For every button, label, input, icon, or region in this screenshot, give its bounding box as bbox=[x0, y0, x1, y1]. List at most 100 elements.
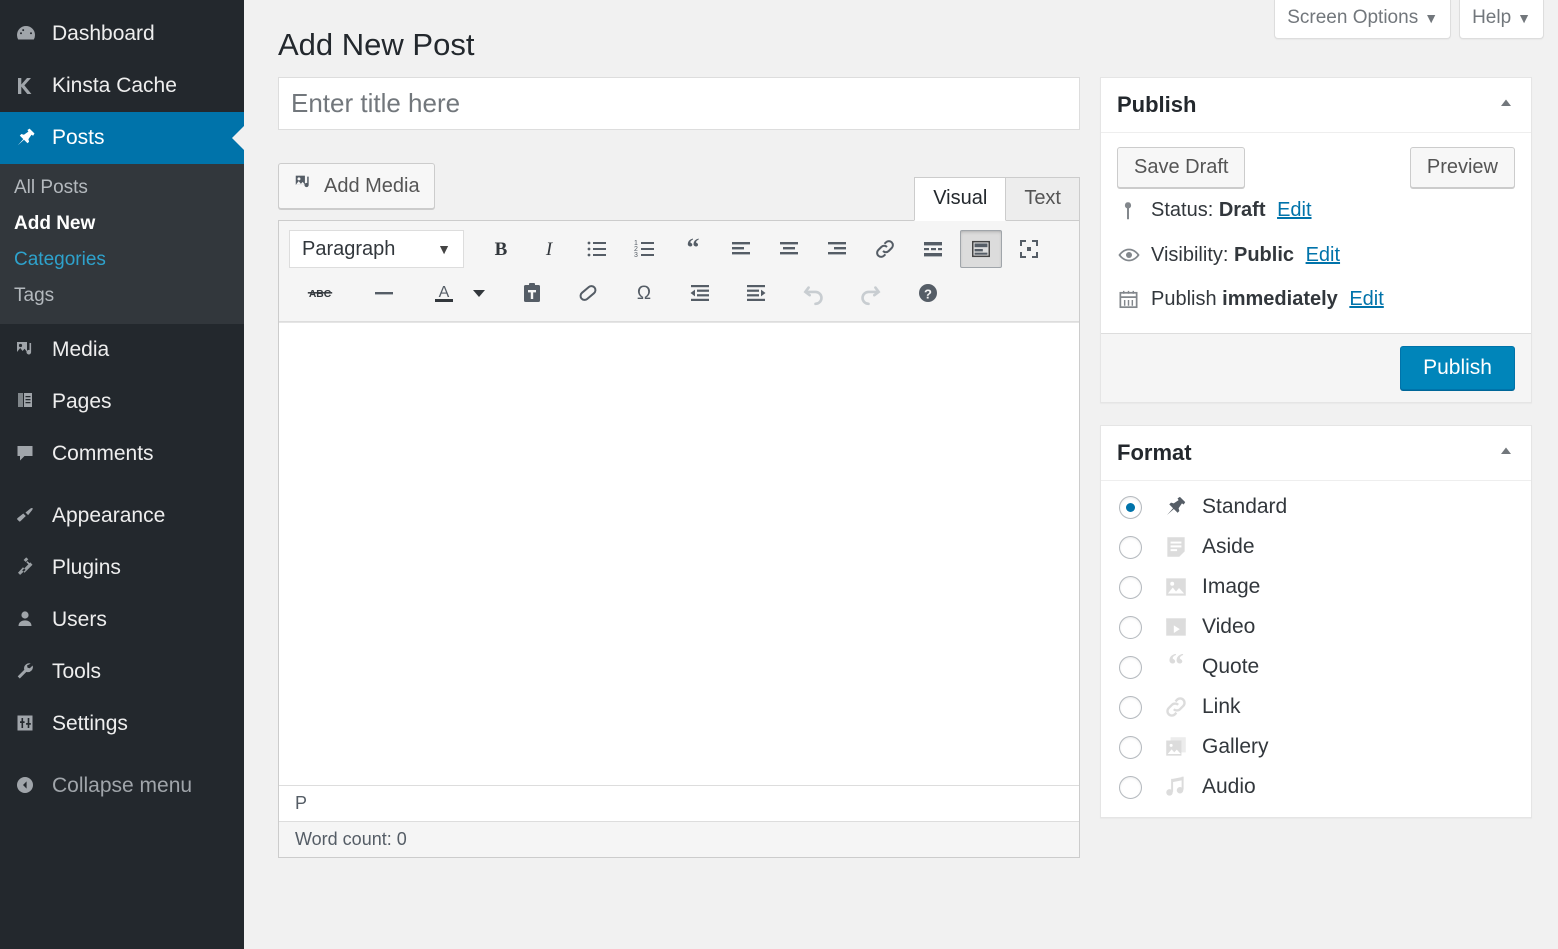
dashboard-icon bbox=[14, 22, 48, 46]
strikethrough-icon[interactable]: ABC bbox=[299, 274, 341, 312]
read-more-icon[interactable] bbox=[912, 230, 954, 268]
toolbar-toggle-icon[interactable] bbox=[960, 230, 1002, 268]
eye-icon bbox=[1117, 243, 1151, 267]
link-icon[interactable] bbox=[864, 230, 906, 268]
sidebar-item-label: Kinsta Cache bbox=[52, 74, 177, 98]
post-schedule-value: immediately bbox=[1222, 288, 1338, 310]
post-title-input[interactable] bbox=[278, 77, 1080, 130]
format-option-quote[interactable]: “ Quote bbox=[1101, 647, 1531, 687]
toolbar-row-2: ABC A bbox=[289, 271, 1073, 315]
format-option-audio[interactable]: Audio bbox=[1101, 767, 1531, 807]
submenu-item-tags[interactable]: Tags bbox=[0, 278, 244, 314]
sidebar-item-settings[interactable]: Settings bbox=[0, 698, 244, 750]
comments-icon bbox=[14, 442, 48, 466]
sidebar-item-posts[interactable]: Posts bbox=[0, 112, 244, 164]
submenu-item-add-new[interactable]: Add New bbox=[0, 206, 244, 242]
format-metabox: Format Standard bbox=[1100, 425, 1532, 818]
sidebar-item-appearance[interactable]: Appearance bbox=[0, 490, 244, 542]
chevron-down-icon: ▼ bbox=[437, 241, 451, 257]
format-radio-aside[interactable] bbox=[1119, 536, 1142, 559]
posts-submenu: All Posts Add New Categories Tags bbox=[0, 164, 244, 324]
outdent-icon[interactable] bbox=[679, 274, 721, 312]
blockquote-icon[interactable]: “ bbox=[672, 230, 714, 268]
post-status-text: Status: Draft Edit bbox=[1151, 199, 1312, 222]
sidebar-item-label: Settings bbox=[52, 712, 128, 736]
tab-visual[interactable]: Visual bbox=[914, 177, 1006, 221]
format-radio-gallery[interactable] bbox=[1119, 736, 1142, 759]
clear-formatting-icon[interactable] bbox=[567, 274, 609, 312]
add-media-button[interactable]: Add Media bbox=[278, 163, 435, 209]
chevron-up-icon[interactable] bbox=[1497, 442, 1515, 465]
sidebar-item-plugins[interactable]: Plugins bbox=[0, 542, 244, 594]
edit-status-link[interactable]: Edit bbox=[1277, 199, 1311, 221]
collapse-menu-label: Collapse menu bbox=[52, 774, 192, 798]
text-color-caret-icon[interactable] bbox=[465, 274, 493, 312]
format-option-aside[interactable]: Aside bbox=[1101, 527, 1531, 567]
post-visibility-row: Visibility: Public Edit bbox=[1117, 232, 1515, 277]
bold-icon[interactable]: B bbox=[480, 230, 522, 268]
publish-metabox: Publish Save Draft Preview bbox=[1100, 77, 1532, 403]
publish-button[interactable]: Publish bbox=[1400, 346, 1515, 390]
format-option-gallery[interactable]: Gallery bbox=[1101, 727, 1531, 767]
sidebar-item-label: Pages bbox=[52, 390, 112, 414]
special-character-icon[interactable]: Ω bbox=[623, 274, 665, 312]
sidebar-item-dashboard[interactable]: Dashboard bbox=[0, 8, 244, 60]
post-content-editor[interactable] bbox=[279, 322, 1079, 785]
post-schedule-row: Publish immediately Edit bbox=[1117, 277, 1515, 321]
format-option-link[interactable]: Link bbox=[1101, 687, 1531, 727]
paste-as-text-icon[interactable] bbox=[511, 274, 553, 312]
redo-icon[interactable] bbox=[849, 274, 891, 312]
sidebar-item-tools[interactable]: Tools bbox=[0, 646, 244, 698]
align-center-icon[interactable] bbox=[768, 230, 810, 268]
screen-options-button[interactable]: Screen Options▼ bbox=[1274, 0, 1451, 39]
numbered-list-icon[interactable]: 123 bbox=[624, 230, 666, 268]
toolbar-row-1: Paragraph ▼ B I bbox=[289, 227, 1073, 271]
paragraph-style-select[interactable]: Paragraph ▼ bbox=[289, 230, 464, 268]
quote-icon: “ bbox=[1156, 654, 1196, 680]
publish-metabox-header: Publish bbox=[1101, 78, 1531, 133]
format-option-standard[interactable]: Standard bbox=[1101, 487, 1531, 527]
align-right-icon[interactable] bbox=[816, 230, 858, 268]
submenu-item-all-posts[interactable]: All Posts bbox=[0, 170, 244, 206]
format-option-video[interactable]: Video bbox=[1101, 607, 1531, 647]
format-radio-video[interactable] bbox=[1119, 616, 1142, 639]
help-button[interactable]: Help▼ bbox=[1459, 0, 1544, 39]
format-radio-audio[interactable] bbox=[1119, 776, 1142, 799]
svg-text:“: “ bbox=[1168, 654, 1184, 680]
svg-text:3: 3 bbox=[634, 252, 638, 259]
sidebar-item-users[interactable]: Users bbox=[0, 594, 244, 646]
format-radio-link[interactable] bbox=[1119, 696, 1142, 719]
text-color-icon[interactable]: A bbox=[423, 274, 465, 312]
paragraph-style-value: Paragraph bbox=[302, 238, 395, 261]
save-draft-button[interactable]: Save Draft bbox=[1117, 147, 1245, 188]
sidebar-item-label: Media bbox=[52, 338, 109, 362]
sidebar-item-label: Tools bbox=[52, 660, 101, 684]
screen-meta-links: Screen Options▼ Help▼ bbox=[1274, 0, 1544, 39]
pages-icon bbox=[14, 390, 48, 414]
undo-icon[interactable] bbox=[793, 274, 835, 312]
format-radio-image[interactable] bbox=[1119, 576, 1142, 599]
horizontal-rule-icon[interactable] bbox=[363, 274, 405, 312]
sidebar-item-kinsta-cache[interactable]: Kinsta Cache bbox=[0, 60, 244, 112]
submenu-item-categories[interactable]: Categories bbox=[0, 242, 244, 278]
edit-schedule-link[interactable]: Edit bbox=[1349, 288, 1383, 310]
sidebar-item-comments[interactable]: Comments bbox=[0, 428, 244, 480]
preview-button[interactable]: Preview bbox=[1410, 147, 1515, 188]
bulleted-list-icon[interactable] bbox=[576, 230, 618, 268]
help-icon[interactable]: ? bbox=[907, 274, 949, 312]
publish-metabox-title: Publish bbox=[1117, 92, 1196, 118]
format-option-image[interactable]: Image bbox=[1101, 567, 1531, 607]
format-radio-quote[interactable] bbox=[1119, 656, 1142, 679]
collapse-menu-button[interactable]: Collapse menu bbox=[0, 760, 244, 812]
fullscreen-icon[interactable] bbox=[1008, 230, 1050, 268]
align-left-icon[interactable] bbox=[720, 230, 762, 268]
sidebar-item-pages[interactable]: Pages bbox=[0, 376, 244, 428]
tab-text[interactable]: Text bbox=[1006, 177, 1080, 221]
edit-visibility-link[interactable]: Edit bbox=[1306, 244, 1340, 266]
settings-sliders-icon bbox=[14, 712, 48, 736]
sidebar-item-media[interactable]: Media bbox=[0, 324, 244, 376]
indent-icon[interactable] bbox=[735, 274, 777, 312]
format-radio-standard[interactable] bbox=[1119, 496, 1142, 519]
chevron-up-icon[interactable] bbox=[1497, 94, 1515, 117]
italic-icon[interactable]: I bbox=[528, 230, 570, 268]
